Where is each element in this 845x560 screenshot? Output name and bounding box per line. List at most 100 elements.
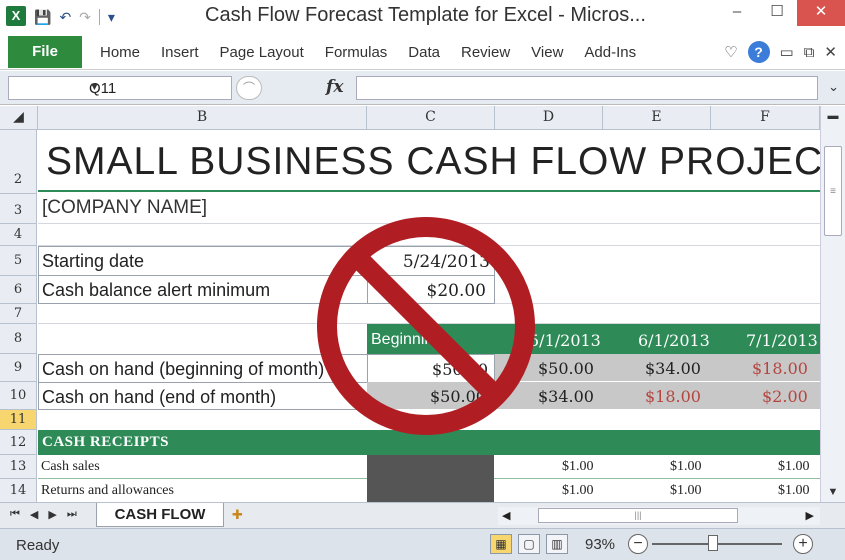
row-header-13[interactable]: 13 [0,455,37,479]
period-header-f[interactable]: 7/1/2013 [746,331,818,350]
tab-data[interactable]: Data [408,44,440,61]
zoom-out-icon[interactable]: − [628,534,648,554]
column-header-f[interactable]: F [711,106,820,130]
customize-qat-icon[interactable]: ▾ [108,9,115,26]
normal-view-icon[interactable]: ▦ [490,534,512,554]
row14-f-value[interactable]: $1.00 [778,483,810,499]
row-header-14[interactable]: 14 [0,479,37,502]
sheet-tab-cash-flow[interactable]: CASH FLOW [96,503,224,527]
prohibition-sign-icon [317,217,535,435]
window-title: Cash Flow Forecast Template for Excel - … [205,4,646,26]
zoom-slider-knob[interactable] [708,535,718,551]
name-box[interactable]: Q11 ▼ [8,76,232,100]
tab-view[interactable]: View [531,44,563,61]
formula-input[interactable] [356,76,818,100]
undo-icon[interactable]: ↶ [59,9,71,26]
vertical-scrollbar[interactable]: ▬ ≡ ▼ [820,106,845,502]
excel-app-icon[interactable]: X [6,6,26,26]
scroll-right-icon[interactable]: ▶ [806,509,814,522]
title-bar: X 💾 ↶ ↷ ▾ Cash Flow Forecast Template fo… [0,0,845,34]
row13-f-value[interactable]: $1.00 [778,459,810,475]
maximize-button[interactable]: ☐ [757,0,797,26]
minimize-button[interactable]: – [717,0,757,26]
receipts-c-shaded-block [367,455,494,502]
row-header-8[interactable]: 8 [0,324,37,354]
save-icon[interactable]: 💾 [34,9,51,26]
row13-d-value[interactable]: $1.00 [562,459,594,475]
insert-function-icon[interactable]: fx [326,77,343,97]
tab-add-ins[interactable]: Add-Ins [584,44,636,61]
expand-formula-bar-icon[interactable]: ⌄ [828,79,839,95]
close-button[interactable]: ✕ [797,0,845,26]
close-workbook-icon[interactable]: ✕ [824,43,837,61]
status-text: Ready [16,537,60,554]
cancel-edit-icon[interactable]: ⌒ [236,76,262,100]
row-header-9[interactable]: 9 [0,354,37,382]
row-header-6[interactable]: 6 [0,276,37,304]
company-name-cell[interactable]: [COMPANY NAME] [42,197,207,219]
tab-insert[interactable]: Insert [161,44,199,61]
file-tab[interactable]: File [8,36,82,68]
row10-e-value[interactable]: $18.00 [645,387,701,406]
row9-d-value[interactable]: $50.00 [538,359,594,378]
page-break-view-icon[interactable]: ▥ [546,534,568,554]
scroll-left-icon[interactable]: ◀ [502,509,510,522]
row-header-11[interactable]: 11 [0,410,37,430]
row14-d-value[interactable]: $1.00 [562,483,594,499]
row13-e-value[interactable]: $1.00 [670,459,702,475]
column-header-b[interactable]: B [38,106,367,130]
horizontal-scroll-thumb[interactable]: ||| [538,508,738,523]
row-header-2[interactable]: 2 [0,130,37,194]
cash-beginning-label: Cash on hand (beginning of month) [42,359,325,379]
period-header-d[interactable]: 5/1/2013 [529,331,601,350]
redo-icon[interactable]: ↷ [79,9,91,26]
page-layout-view-icon[interactable]: ▢ [518,534,540,554]
zoom-in-icon[interactable]: + [793,534,813,554]
cash-sales-label[interactable]: Cash sales [41,459,100,475]
chevron-down-icon[interactable]: ▼ [89,81,225,93]
first-sheet-icon[interactable]: ⏮ [10,508,20,521]
starting-date-label: Starting date [42,251,145,271]
help-icon[interactable]: ? [747,41,770,63]
restore-window-icon[interactable]: ⧉ [804,44,815,61]
column-header-c[interactable]: C [367,106,495,130]
vertical-scroll-thumb[interactable]: ≡ [824,146,842,236]
row10-d-value[interactable]: $34.00 [538,387,594,406]
tab-formulas[interactable]: Formulas [325,44,388,61]
sheet-title[interactable]: SMALL BUSINESS CASH FLOW PROJECT [46,140,820,184]
ribbon-minimize-icon[interactable]: ▭ [780,43,794,61]
row10-f-value[interactable]: $2.00 [762,387,808,406]
tab-page-layout[interactable]: Page Layout [220,44,304,61]
period-header-e[interactable]: 6/1/2013 [638,331,710,350]
tab-home[interactable]: Home [100,44,140,61]
row-header-3[interactable]: 3 [0,194,37,224]
scroll-down-icon[interactable]: ▼ [825,486,841,500]
heart-icon[interactable]: ♡ [724,43,737,61]
sheet-tab-bar: ⏮ ◀ ▶ ⏭ CASH FLOW ✚ ◀ ||| ▶ [0,502,845,528]
select-all-corner[interactable]: ◢ [0,106,38,130]
qat-separator [98,9,100,25]
cash-end-label: Cash on hand (end of month) [42,387,277,407]
column-header-e[interactable]: E [603,106,711,130]
horizontal-scrollbar[interactable]: ◀ ||| ▶ [498,507,820,525]
row-header-7[interactable]: 7 [0,304,37,324]
row9-f-value[interactable]: $18.00 [752,359,808,378]
row-header-12[interactable]: 12 [0,430,37,455]
returns-label[interactable]: Returns and allowances [41,483,174,499]
row9-e-value[interactable]: $34.00 [645,359,701,378]
row-header-4[interactable]: 4 [0,224,37,246]
prev-sheet-icon[interactable]: ◀ [30,508,38,521]
alert-minimum-label: Cash balance alert minimum [42,280,271,300]
column-header-d[interactable]: D [495,106,603,130]
zoom-level[interactable]: 93% [585,536,615,553]
row14-e-value[interactable]: $1.00 [670,483,702,499]
ribbon-tabs: File Home Insert Page Layout Formulas Da… [0,34,845,70]
status-bar: Ready ▦ ▢ ▥ 93% − + [0,528,845,560]
last-sheet-icon[interactable]: ⏭ [67,508,77,521]
row-header-10[interactable]: 10 [0,382,37,410]
scroll-up-icon[interactable]: ▬ [825,110,841,124]
row-header-5[interactable]: 5 [0,246,37,276]
tab-review[interactable]: Review [461,44,510,61]
insert-sheet-icon[interactable]: ✚ [232,507,258,524]
next-sheet-icon[interactable]: ▶ [48,508,56,521]
